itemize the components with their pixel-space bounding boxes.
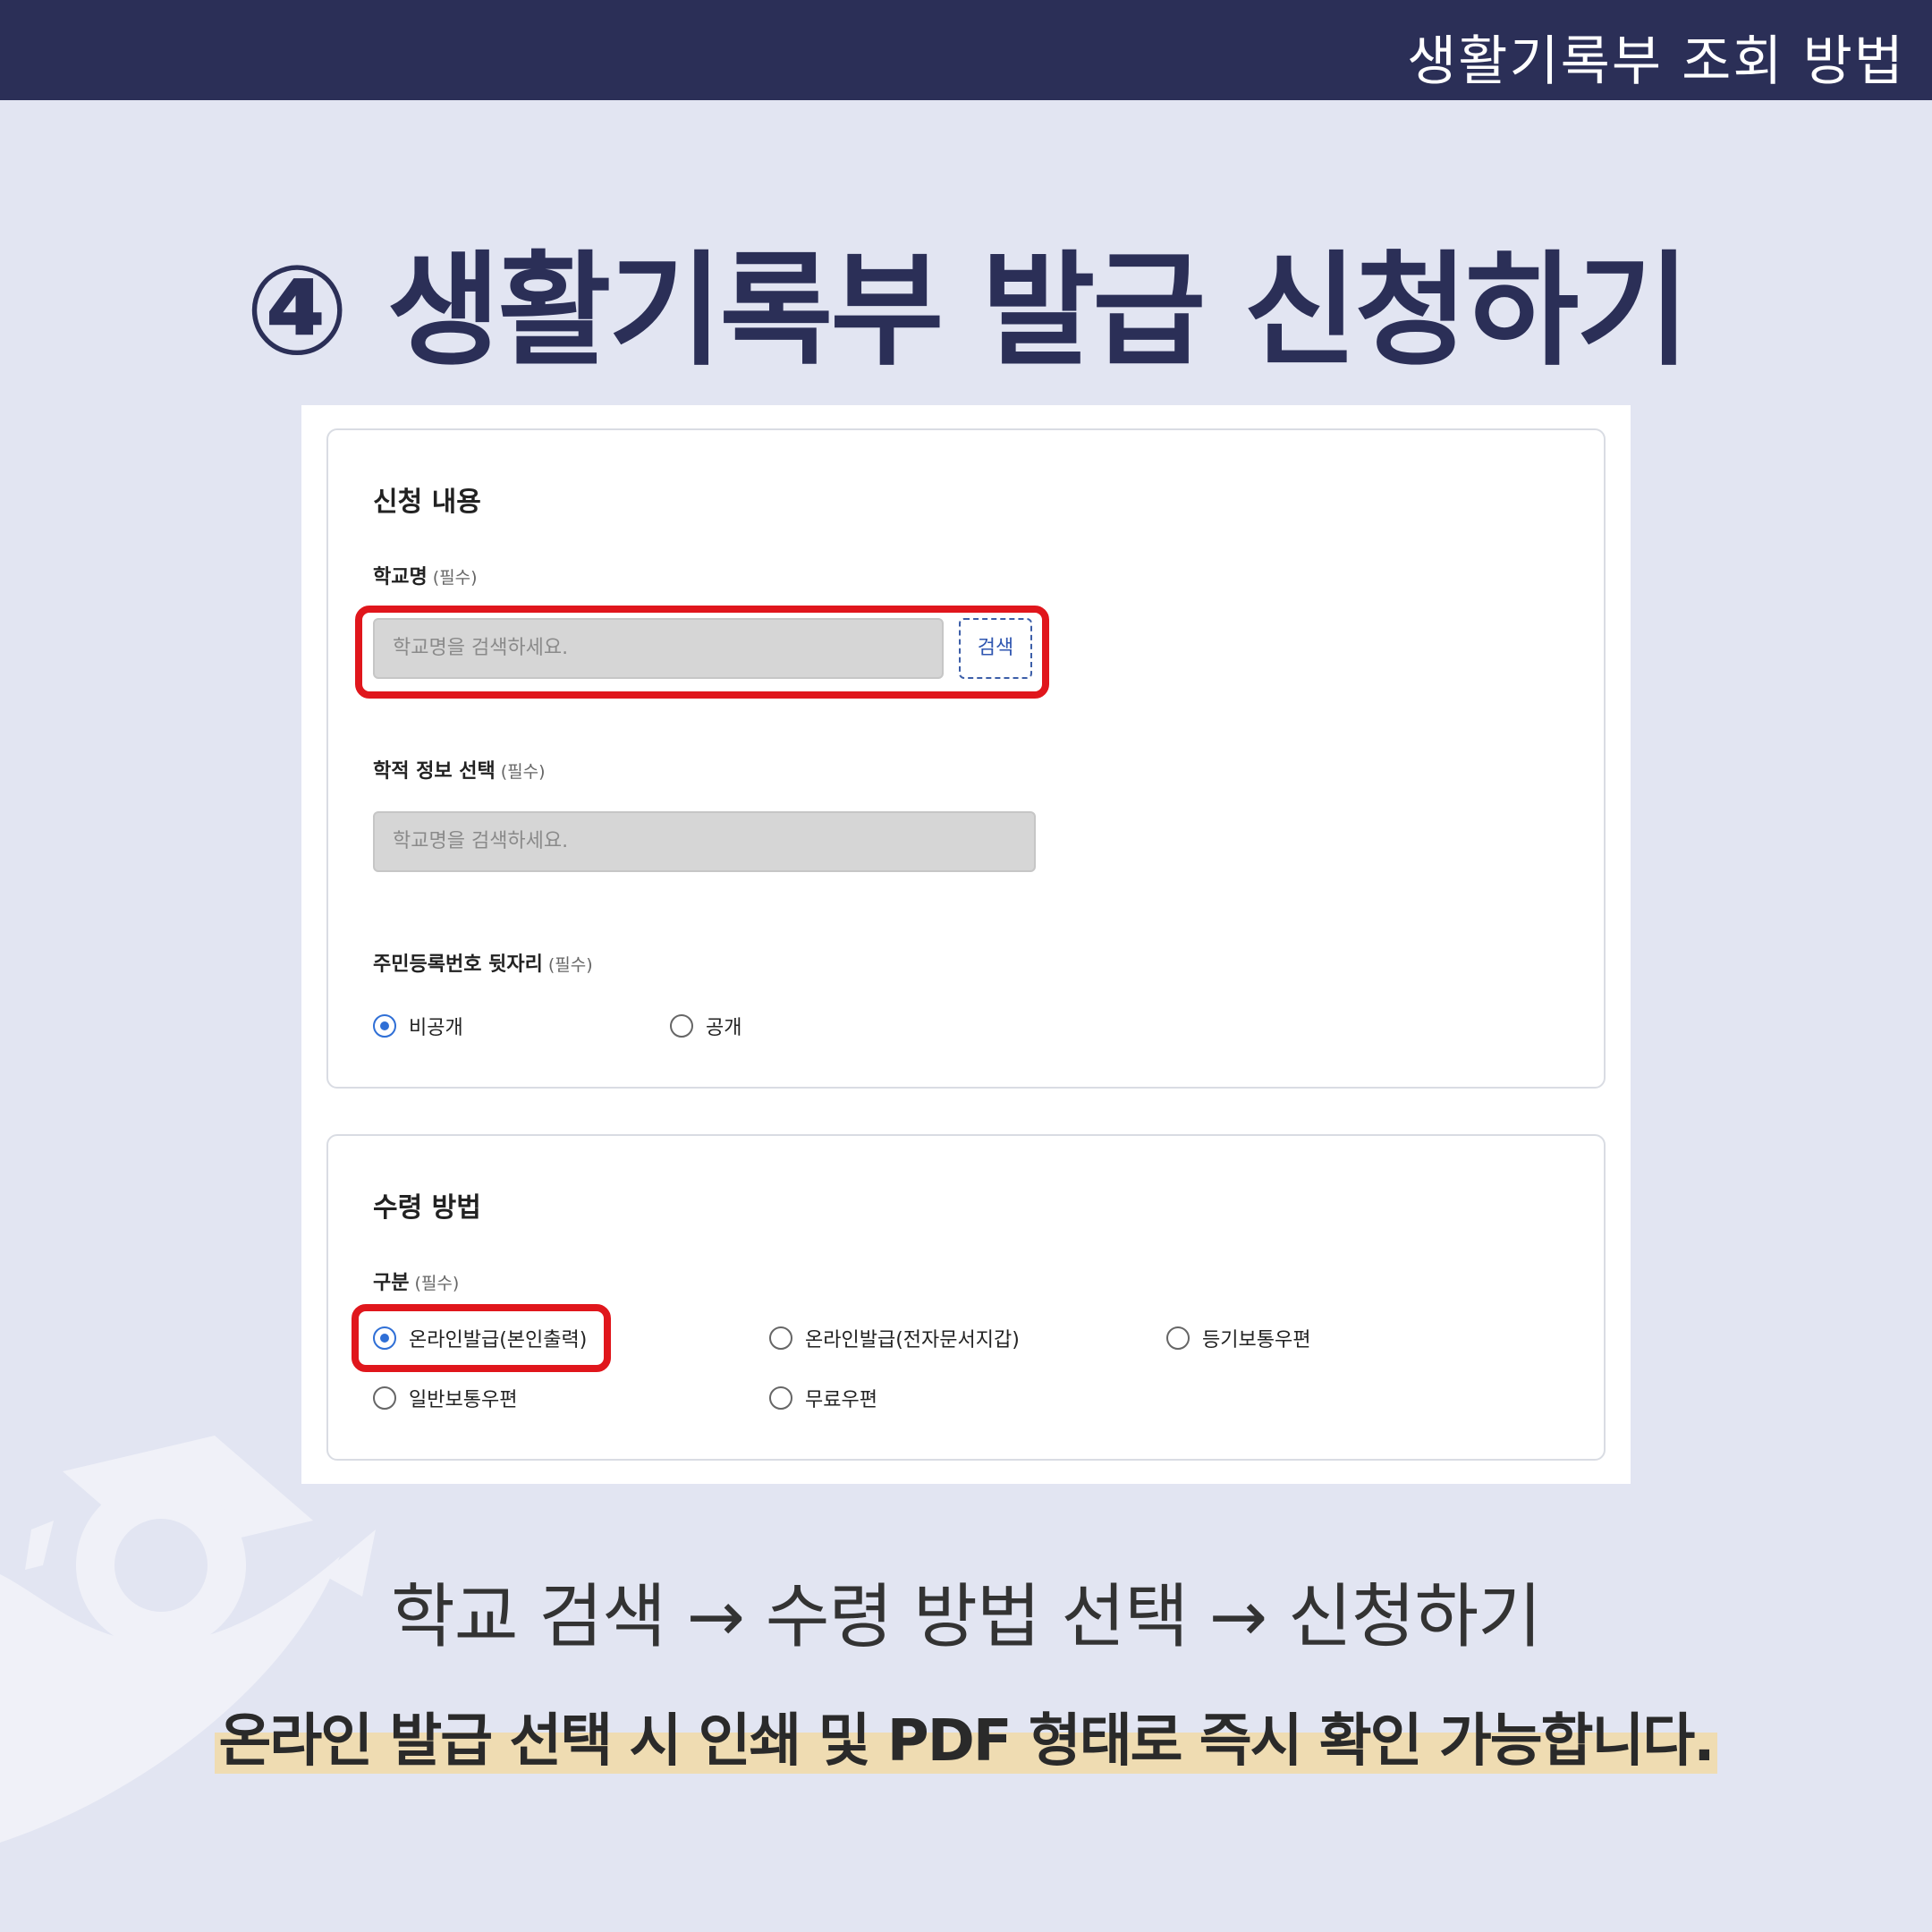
resident-number-label-text: 주민등록번호 뒷자리 (373, 953, 543, 976)
application-content-card: 신청 내용 학교명 (필수) 학교명을 검색하세요. 검색 학적 정보 선택 (필수… (326, 428, 1606, 1089)
required-mark: (필수) (432, 568, 478, 588)
radio-private-label: 비공개 (409, 1017, 463, 1039)
category-label-text: 구분 (373, 1272, 410, 1294)
note-block: 온라인 발급 선택 시 인쇄 및 PDF 형태로 즉시 확인 가능합니다. (215, 1695, 1717, 1780)
highlight-box-school-search (355, 606, 1049, 699)
radio-online-e-wallet[interactable]: 온라인발급(전자문서지갑) (769, 1324, 1020, 1352)
radio-unselected-icon (769, 1386, 792, 1410)
section-title-receipt: 수령 방법 (373, 1192, 481, 1224)
radio-registered-mail[interactable]: 등기보통우편 (1166, 1324, 1310, 1352)
radio-regular-mail-label: 일반보통우편 (409, 1389, 518, 1411)
required-mark: (필수) (414, 1274, 460, 1293)
school-name-label: 학교명 (필수) (373, 561, 478, 589)
radio-regular-mail[interactable]: 일반보통우편 (373, 1384, 517, 1412)
radio-unselected-icon (670, 1014, 693, 1038)
radio-online-e-wallet-label: 온라인발급(전자문서지갑) (805, 1329, 1020, 1352)
school-name-label-text: 학교명 (373, 566, 428, 589)
category-label: 구분 (필수) (373, 1267, 459, 1295)
highlight-box-online-self-print (352, 1304, 611, 1372)
radio-public-label: 공개 (706, 1017, 742, 1039)
top-banner: 생활기록부 조회 방법 (0, 0, 1932, 100)
radio-free-mail[interactable]: 무료우편 (769, 1384, 877, 1412)
page-headline: ④ 생활기록부 발급 신청하기 (244, 239, 1690, 383)
radio-unselected-icon (769, 1326, 792, 1350)
academic-info-select[interactable]: 학교명을 검색하세요. (373, 811, 1036, 872)
academic-info-label: 학적 정보 선택 (필수) (373, 755, 546, 784)
banner-title: 생활기록부 조회 방법 (1407, 30, 1905, 93)
radio-registered-mail-label: 등기보통우편 (1202, 1329, 1311, 1352)
section-title-application: 신청 내용 (373, 487, 481, 518)
note-text: 온라인 발급 선택 시 인쇄 및 PDF 형태로 즉시 확인 가능합니다. (218, 1708, 1715, 1775)
required-mark: (필수) (547, 955, 593, 975)
radio-public[interactable]: 공개 (670, 1012, 741, 1040)
academic-info-label-text: 학적 정보 선택 (373, 760, 496, 783)
process-flow-text: 학교 검색 → 수령 방법 선택 → 신청하기 (391, 1577, 1542, 1657)
radio-unselected-icon (373, 1386, 396, 1410)
radio-selected-icon (373, 1014, 396, 1038)
resident-number-label: 주민등록번호 뒷자리 (필수) (373, 948, 593, 977)
radio-free-mail-label: 무료우편 (805, 1389, 877, 1411)
required-mark: (필수) (500, 762, 546, 782)
radio-private[interactable]: 비공개 (373, 1012, 463, 1040)
radio-unselected-icon (1166, 1326, 1190, 1350)
receipt-method-card: 수령 방법 구분 (필수) 온라인발급(본인출력) 온라인발급(전자문서지갑) 등… (326, 1134, 1606, 1461)
screenshot-panel: 신청 내용 학교명 (필수) 학교명을 검색하세요. 검색 학적 정보 선택 (필수… (301, 405, 1631, 1484)
